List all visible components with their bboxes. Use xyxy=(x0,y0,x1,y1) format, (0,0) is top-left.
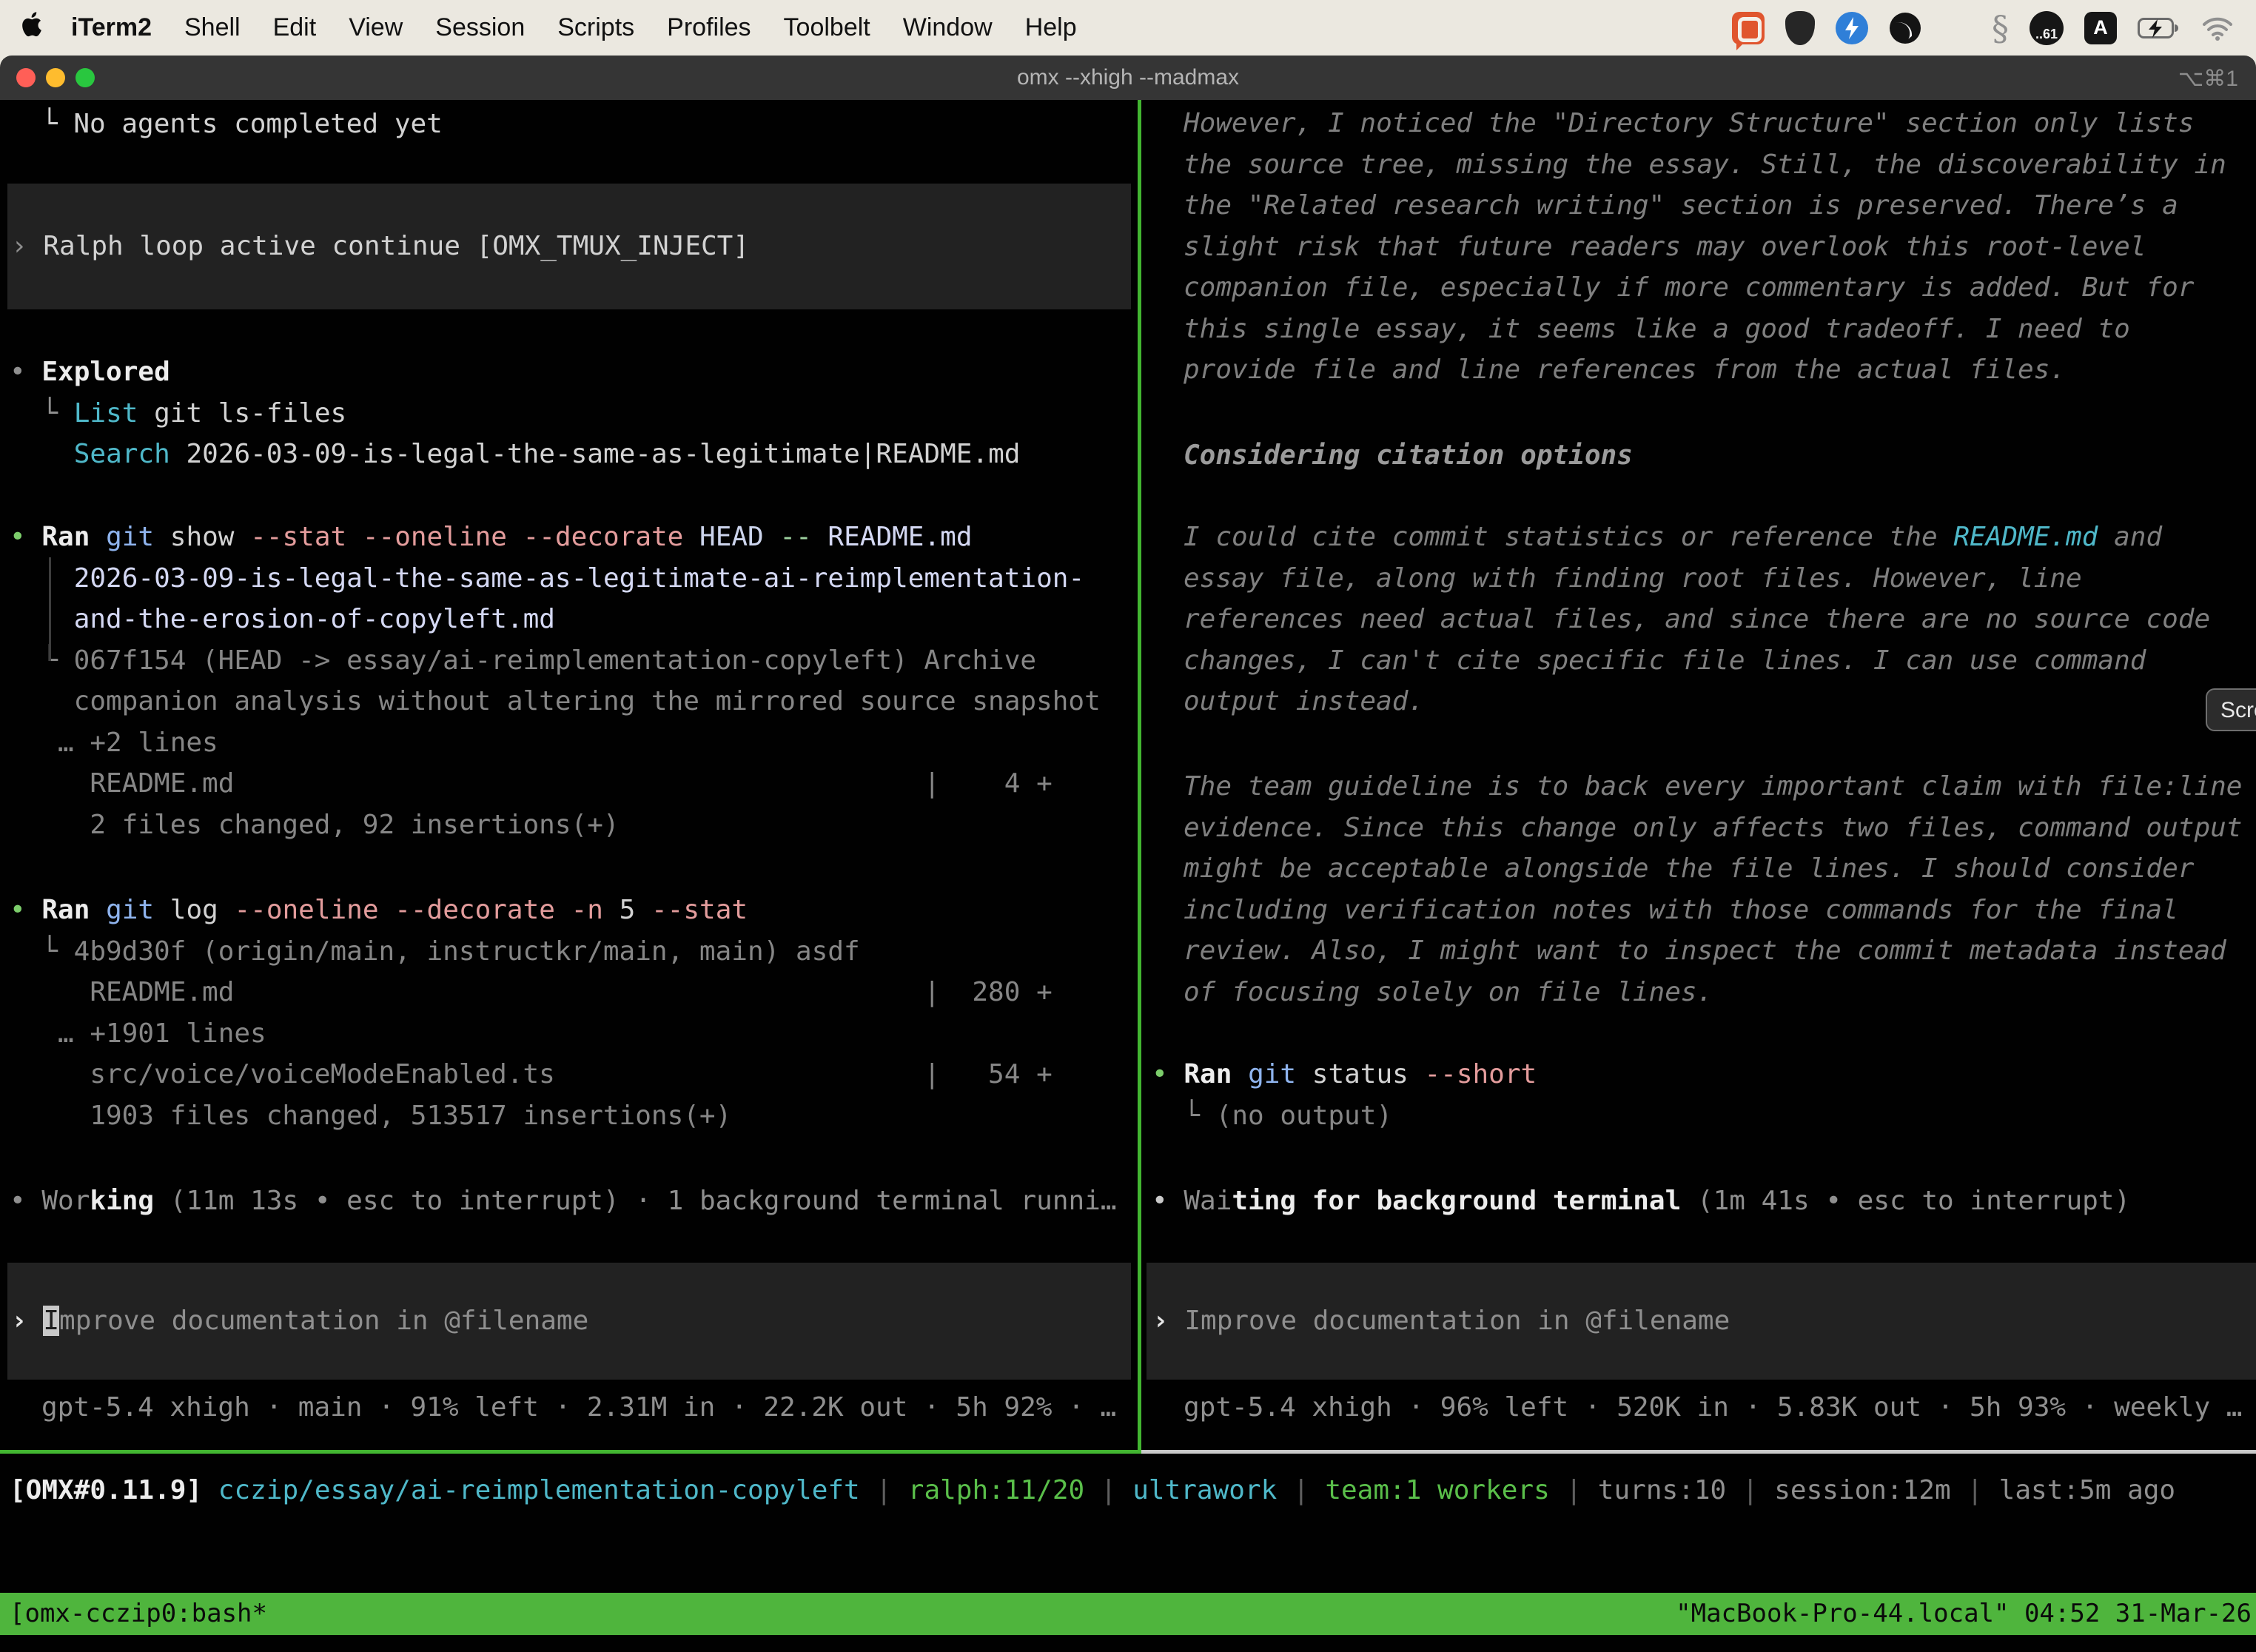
menu-item-profiles[interactable]: Profiles xyxy=(667,13,751,42)
omx-turns: turns:10 xyxy=(1598,1475,1726,1505)
menu-item-session[interactable]: Session xyxy=(435,13,525,42)
bullet-icon: • xyxy=(10,895,41,925)
pane-divider-vertical[interactable] xyxy=(1138,100,1141,1450)
banner-prompt-icon: › xyxy=(11,231,43,261)
menu-item-edit[interactable]: Edit xyxy=(273,13,317,42)
squiggle-icon[interactable]: § xyxy=(1992,8,2009,48)
pane-border-bottom-left xyxy=(0,1450,1141,1454)
a-key-icon[interactable]: A xyxy=(2084,12,2117,44)
omx-ralph-count: ralph:11/20 xyxy=(908,1475,1084,1505)
omx-team: team:1 workers xyxy=(1325,1475,1549,1505)
omx-branch: cczip/essay/ai-reimplementation-copyleft xyxy=(218,1475,860,1505)
menu-bar: iTerm2 Shell Edit View Session Scripts P… xyxy=(0,0,2256,56)
bullet-icon: • xyxy=(10,357,41,387)
reasoning-paragraph-2: I could cite commit statistics or refere… xyxy=(1184,517,2210,722)
tree-guide-line xyxy=(49,557,51,661)
bullet-icon: • xyxy=(10,522,41,552)
menu-item-view[interactable]: View xyxy=(349,13,403,42)
reasoning-paragraph-3: The team guideline is to back every impo… xyxy=(1184,766,2242,1013)
git-log-section: • Ran git log --oneline --decorate -n 5 … xyxy=(10,890,1053,1136)
apple-menu-icon[interactable] xyxy=(22,11,44,44)
menu-item-shell[interactable]: Shell xyxy=(184,13,241,42)
omx-mode: ultrawork xyxy=(1132,1475,1277,1505)
waiting-status-line: • Waiting for background terminal (1m 41… xyxy=(1152,1181,2130,1222)
prompt-input-right[interactable]: › Improve documentation in @filename xyxy=(1147,1263,2256,1380)
window-shortcut-badge: ⌥⌘1 xyxy=(2178,66,2238,92)
left-pane-no-agents: └ No agents completed yet xyxy=(41,104,443,145)
working-status-line: • Working (11m 13s • esc to interrupt) ·… xyxy=(10,1181,1117,1222)
screen-tooltip[interactable]: Scre xyxy=(2206,688,2256,731)
shield-grid-icon[interactable] xyxy=(1785,11,1815,45)
text-cursor: I xyxy=(43,1306,59,1336)
tmux-status-bar: [omx-cczip0:bash* "MacBook-Pro-44.local"… xyxy=(0,1593,2256,1635)
git-show-section: • Ran git show --stat --oneline --decora… xyxy=(10,517,1101,845)
status-icons: § ..61 A xyxy=(1732,8,2234,48)
input-text: Improve documentation in @filename xyxy=(1184,1306,1730,1336)
badge-61-icon[interactable]: ..61 xyxy=(2030,11,2064,45)
menu-item-app[interactable]: iTerm2 xyxy=(71,13,152,42)
reasoning-heading: Considering citation options xyxy=(1184,435,1633,477)
omx-last: last:5m ago xyxy=(1999,1475,2175,1505)
dots-grid-icon[interactable] xyxy=(1942,13,1971,42)
reasoning-paragraph-1: However, I noticed the "Directory Struct… xyxy=(1184,103,2226,391)
menu-item-scripts[interactable]: Scripts xyxy=(557,13,634,42)
bullet-icon: • xyxy=(1152,1059,1184,1089)
pane-border-bottom-right xyxy=(1141,1450,2256,1454)
explored-section: • Explored └ List git ls-files Search 20… xyxy=(10,352,1020,475)
prompt-arrow-icon: › xyxy=(1152,1306,1184,1336)
window-title: omx --xhigh --madmax xyxy=(0,56,2256,100)
tmux-session-window[interactable]: [omx-cczip0:bash* xyxy=(10,1594,267,1635)
input-text: mprove documentation in @filename xyxy=(59,1306,588,1336)
crescent-icon[interactable] xyxy=(1889,12,1921,44)
banner-text: Ralph loop active continue [OMX_TMUX_INJ… xyxy=(43,231,749,261)
omx-version: [OMX#0.11.9] xyxy=(10,1475,202,1505)
window-title-bar: omx --xhigh --madmax ⌥⌘1 xyxy=(0,56,2256,100)
omx-session: session:12m xyxy=(1774,1475,1950,1505)
model-status-right: gpt-5.4 xhigh · 96% left · 520K in · 5.8… xyxy=(1184,1387,2242,1428)
menu-item-toolbelt[interactable]: Toolbelt xyxy=(784,13,870,42)
terminal-content[interactable]: └ No agents completed yet › Ralph loop a… xyxy=(0,100,2256,1652)
tree-branch-icon: └ xyxy=(41,398,73,429)
menu-item-window[interactable]: Window xyxy=(903,13,993,42)
lightning-badge-icon[interactable] xyxy=(1836,12,1868,44)
omx-status-bar: [OMX#0.11.9] cczip/essay/ai-reimplementa… xyxy=(10,1470,2175,1511)
ralph-loop-banner[interactable]: › Ralph loop active continue [OMX_TMUX_I… xyxy=(7,184,1131,309)
menu-item-help[interactable]: Help xyxy=(1025,13,1077,42)
readme-link: README.md xyxy=(1953,522,2098,552)
prompt-arrow-icon: › xyxy=(11,1306,43,1336)
model-status-left: gpt-5.4 xhigh · main · 91% left · 2.31M … xyxy=(41,1387,1116,1428)
wifi-icon[interactable] xyxy=(2201,16,2234,41)
git-status-section: • Ran git status --short └ (no output) xyxy=(1152,1054,1537,1136)
chat-app-icon[interactable] xyxy=(1732,12,1765,44)
prompt-input-left[interactable]: › Improve documentation in @filename xyxy=(7,1263,1131,1380)
spinner-icon: • xyxy=(1152,1186,1184,1216)
battery-icon[interactable] xyxy=(2138,17,2181,39)
tmux-host-clock: "MacBook-Pro-44.local" 04:52 31-Mar-26 xyxy=(1676,1594,2252,1635)
spinner-icon: • xyxy=(10,1186,41,1216)
